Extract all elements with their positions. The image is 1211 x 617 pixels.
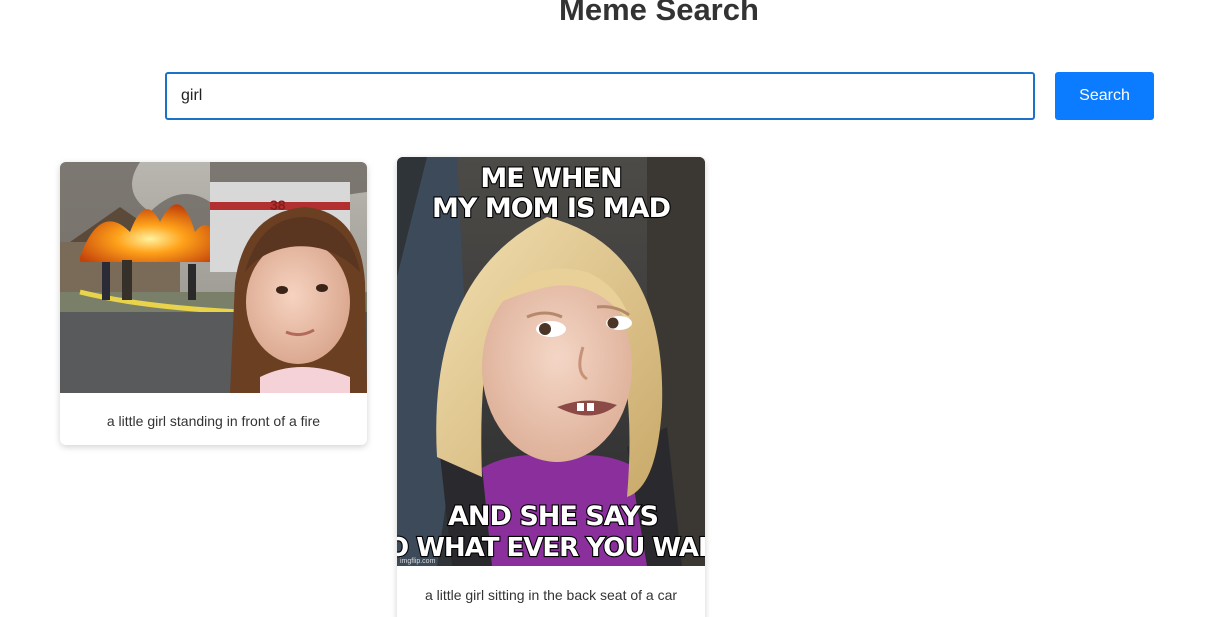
meme-image-side-eye-girl[interactable]: ME WHEN MY MOM IS MAD AND SHE SAYS DO WH… bbox=[397, 157, 705, 566]
card-caption: a little girl standing in front of a fir… bbox=[106, 413, 321, 429]
svg-text:38: 38 bbox=[270, 197, 286, 213]
meme-top-line-1: ME WHEN bbox=[480, 163, 621, 194]
meme-bottom-line-1: AND SHE SAYS bbox=[448, 501, 658, 532]
card-caption: a little girl sitting in the back seat o… bbox=[424, 587, 678, 603]
meme-image-fire-girl[interactable]: 38 bbox=[60, 162, 367, 393]
watermark: imgflip.com bbox=[400, 558, 436, 565]
result-card[interactable]: 38 a little girl standing in front of a … bbox=[60, 162, 367, 445]
page-title: Meme Search bbox=[559, 0, 759, 27]
search-input[interactable] bbox=[165, 72, 1035, 120]
meme-bottom-line-2: DO WHAT EVER YOU WANT bbox=[397, 533, 705, 563]
search-button[interactable]: Search bbox=[1055, 72, 1154, 120]
result-card[interactable]: ME WHEN MY MOM IS MAD AND SHE SAYS DO WH… bbox=[397, 157, 705, 617]
meme-top-line-2: MY MOM IS MAD bbox=[432, 193, 670, 224]
meme-search-page: Meme Search Search bbox=[0, 0, 1211, 617]
